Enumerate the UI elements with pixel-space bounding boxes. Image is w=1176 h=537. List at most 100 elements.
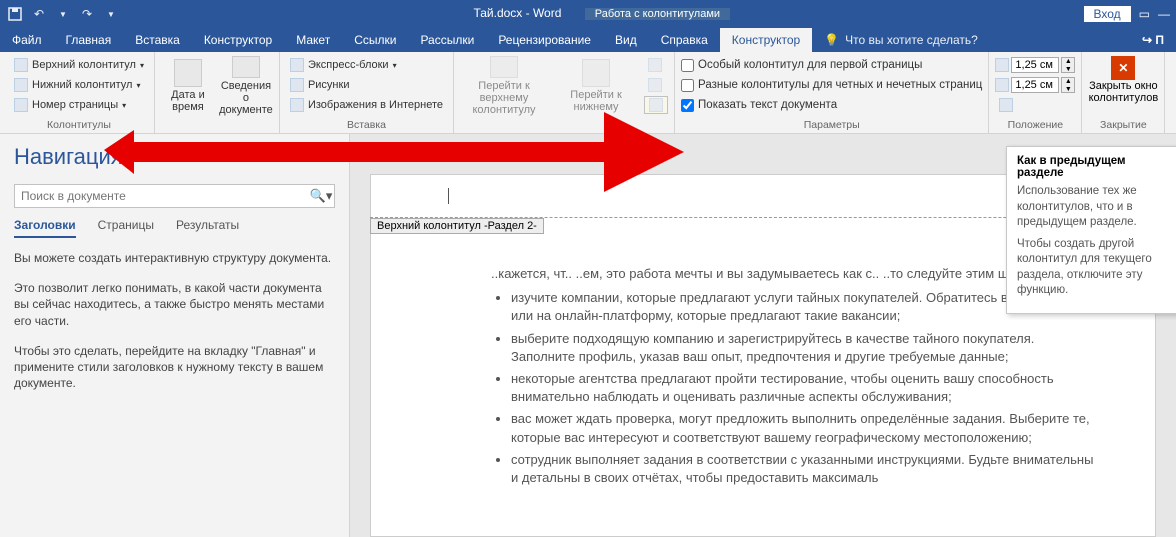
page-number-button[interactable]: Номер страницы▾ [10,96,148,114]
prev-icon [648,58,662,72]
tab-layout[interactable]: Макет [284,28,342,52]
redo-icon[interactable]: ↷ [78,5,96,23]
calendar-icon [174,59,202,87]
group-date-info: Дата ивремя Сведения одокументе [155,52,280,133]
tell-me[interactable]: 💡 Что вы хотите сделать? [812,28,990,52]
group-insert: Экспресс-блоки▾ Рисунки Изображения в Ин… [280,52,454,133]
document-area[interactable]: ..кажется, чт.. ..ем, это работа мечты и… [350,134,1176,537]
tooltip-desc1: Использование тех же колонтитулов, что и… [1017,184,1173,231]
tab-help[interactable]: Справка [649,28,720,52]
group-label: Колонтитулы [10,117,148,131]
bottom-margin-icon [995,78,1009,92]
minimize-icon[interactable]: — [1158,7,1170,21]
footer-button[interactable]: Нижний колонтитул▾ [10,76,148,94]
footer-from-bottom[interactable]: ▲▼ [995,76,1075,94]
nav-tab-headings[interactable]: Заголовки [14,218,76,238]
tab-references[interactable]: Ссылки [342,28,408,52]
nav-help-text: Вы можете создать интерактивную структур… [14,250,335,391]
nav-tab-pages[interactable]: Страницы [98,218,154,238]
bulb-icon: 💡 [824,33,839,47]
link-previous-icon [649,98,663,112]
tab-insert[interactable]: Вставка [123,28,192,52]
page-number-label: Номер страницы [32,99,118,111]
chevron-down-icon[interactable]: ▼ [102,5,120,23]
navigation-title: Навигация [14,144,335,170]
doc-info-icon [232,56,260,78]
tooltip-link-to-previous: Как в предыдущем разделе Использование т… [1006,146,1176,314]
group-headers-footers: Верхний колонтитул▾ Нижний колонтитул▾ Н… [4,52,155,133]
close-icon: ✕ [1111,56,1135,80]
search-input[interactable] [15,185,308,207]
header-icon [14,58,28,72]
save-icon[interactable] [6,5,24,23]
next-button[interactable] [644,76,668,94]
align-tab-icon [999,98,1013,112]
date-time-button[interactable]: Дата ивремя [161,56,215,116]
go-to-header-button: Перейти к верхнемуколонтитулу [460,56,548,116]
close-header-footer-button[interactable]: ✕ Закрыть окно колонтитулов [1088,56,1158,104]
online-pictures-button[interactable]: Изображения в Интернете [286,96,447,114]
close-pane-button[interactable]: ✕ [325,146,335,160]
tab-file[interactable]: Файл [0,28,54,52]
top-margin-icon [995,58,1009,72]
title-text: Тай.docx - Word [473,6,561,20]
group-label: Параметры [681,117,982,131]
ribbon-options-icon[interactable]: ▭ [1139,7,1150,21]
chevron-down-icon[interactable]: ▼ [54,5,72,23]
tooltip-desc2: Чтобы создать другой колонтитул для теку… [1017,237,1173,299]
odd-even-checkbox[interactable]: Разные колонтитулы для четных и нечетных… [681,76,982,94]
header-from-top[interactable]: ▲▼ [995,56,1075,74]
tab-mailings[interactable]: Рассылки [408,28,486,52]
context-tab-label: Работа с колонтитулами [585,8,730,20]
group-navigation: Перейти к верхнемуколонтитулу Перейти к … [454,52,675,133]
search-icon[interactable]: 🔍▾ [308,185,334,207]
list-item: некоторые агентства предлагают пройти те… [511,370,1095,406]
tab-header-footer-design[interactable]: Конструктор [720,28,812,52]
doc-info-button[interactable]: Сведения одокументе [219,56,273,116]
footer-label: Нижний колонтитул [32,79,132,91]
show-text-checkbox[interactable]: Показать текст документа [681,96,982,114]
tab-home[interactable]: Главная [54,28,124,52]
group-label: Вставка [286,117,447,131]
header-label: Верхний колонтитул [32,59,136,71]
tab-design[interactable]: Конструктор [192,28,284,52]
login-button[interactable]: Вход [1084,6,1131,22]
goto-header-icon [490,56,518,78]
list-item: сотрудник выполняет задания в соответств… [511,451,1095,487]
ribbon: Верхний колонтитул▾ Нижний колонтитул▾ Н… [0,52,1176,134]
go-to-footer-button[interactable]: Перейти к нижнему [552,56,640,116]
group-close: ✕ Закрыть окно колонтитулов Закрытие [1082,52,1165,133]
tab-view[interactable]: Вид [603,28,649,52]
link-to-previous-button[interactable] [644,96,668,114]
ribbon-tabs: Файл Главная Вставка Конструктор Макет С… [0,28,1176,52]
insert-align-tab-button[interactable] [995,96,1075,114]
search-box[interactable]: 🔍▾ [14,184,335,208]
share-icon[interactable]: ↪ П [1130,28,1176,52]
document-title: Тай.docx - Word Работа с колонтитулами [120,5,1084,23]
blocks-icon [290,58,304,72]
navigation-pane: Навигация ✕ 🔍▾ Заголовки Страницы Резуль… [0,134,350,537]
list-item: вас может ждать проверка, могут предложи… [511,410,1095,446]
group-label: Положение [995,117,1075,131]
goto-footer-icon [582,59,610,87]
group-label: Закрытие [1088,117,1158,131]
tell-me-text: Что вы хотите сделать? [845,33,978,47]
express-blocks-button[interactable]: Экспресс-блоки▾ [286,56,447,74]
document-body: ..кажется, чт.. ..ем, это работа мечты и… [431,215,1095,487]
nav-tab-results[interactable]: Результаты [176,218,239,238]
undo-icon[interactable]: ↶ [30,5,48,23]
tab-review[interactable]: Рецензирование [486,28,603,52]
title-bar: ↶ ▼ ↷ ▼ Тай.docx - Word Работа с колонти… [0,0,1176,28]
pictures-button[interactable]: Рисунки [286,76,447,94]
text-cursor [448,188,449,204]
list-item: выберите подходящую компанию и зарегистр… [511,330,1095,366]
first-page-checkbox[interactable]: Особый колонтитул для первой страницы [681,56,982,74]
header-button[interactable]: Верхний колонтитул▾ [10,56,148,74]
header-section-tag-left: Верхний колонтитул -Раздел 2- [370,218,544,234]
globe-icon [290,98,304,112]
group-position: ▲▼ ▲▼ Положение [989,52,1082,133]
next-icon [648,78,662,92]
previous-button[interactable] [644,56,668,74]
footer-icon [14,78,28,92]
tooltip-title: Как в предыдущем разделе [1017,155,1173,179]
